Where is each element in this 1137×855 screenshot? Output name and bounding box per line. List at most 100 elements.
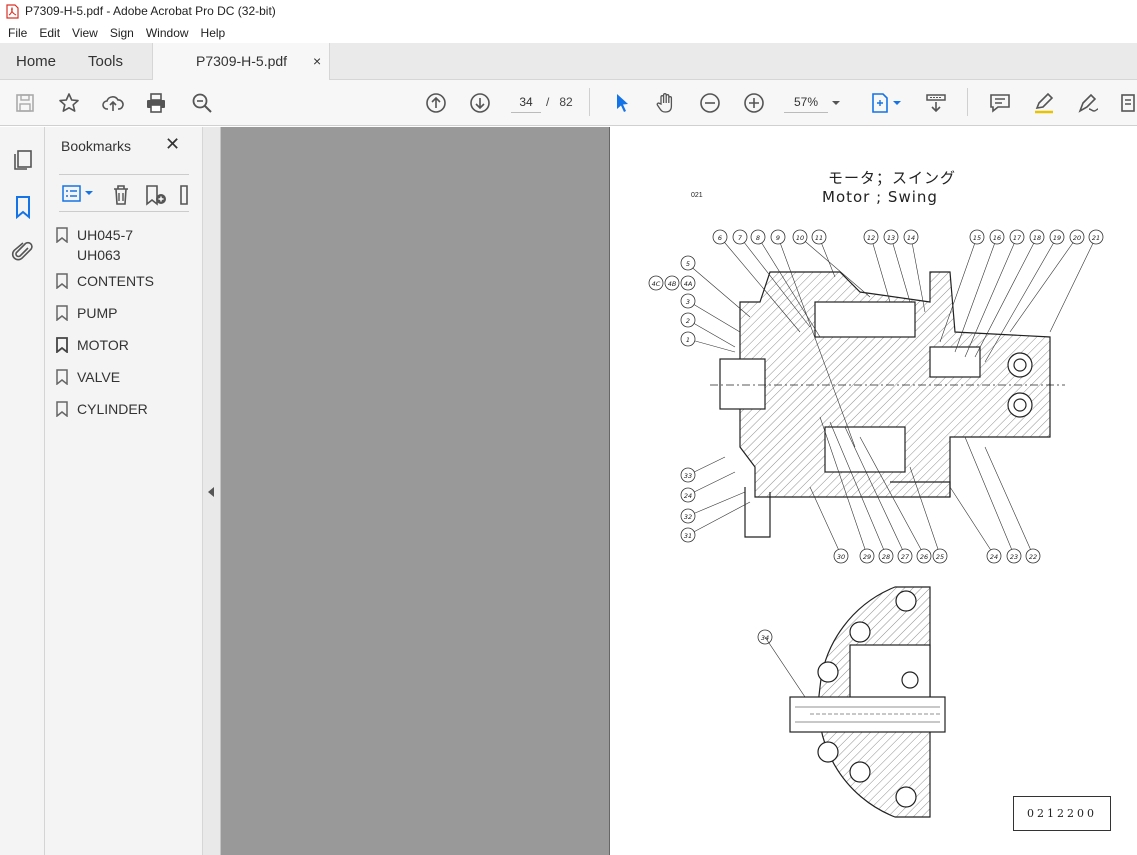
bookmark-item[interactable]: CYLINDER: [56, 399, 148, 419]
page-separator: /: [546, 95, 550, 109]
menu-window[interactable]: Window: [140, 26, 195, 40]
menu-edit[interactable]: Edit: [33, 26, 66, 40]
comment-icon[interactable]: [989, 92, 1011, 114]
bookmark-label: VALVE: [77, 369, 121, 385]
menu-help[interactable]: Help: [195, 26, 232, 40]
callout-label: 10: [796, 234, 804, 242]
menu-sign[interactable]: Sign: [104, 26, 140, 40]
callout-label: 6: [718, 234, 722, 242]
zoom-level-input[interactable]: 57%: [784, 91, 828, 113]
menu-view[interactable]: View: [66, 26, 104, 40]
callout-label: 30: [837, 553, 845, 561]
page-thumbnails-icon[interactable]: [11, 148, 35, 172]
callout-label: 14: [907, 234, 915, 242]
tab-document-label: P7309-H-5.pdf: [196, 53, 288, 69]
bookmark-label: MOTOR: [77, 337, 129, 353]
window-title: P7309-H-5.pdf - Adobe Acrobat Pro DC (32…: [25, 4, 276, 18]
select-cursor-icon[interactable]: [611, 92, 633, 114]
bookmark-item[interactable]: VALVE: [56, 367, 121, 387]
callout-label: 18: [1033, 234, 1041, 242]
fit-page-icon[interactable]: [869, 92, 891, 114]
more-tools-icon[interactable]: [1118, 92, 1137, 114]
page-count: / 82: [546, 91, 573, 113]
callout-label: 25: [936, 553, 944, 561]
zoom-in-icon[interactable]: [743, 92, 765, 114]
callout-label: 22: [1029, 553, 1037, 561]
vertical-scrollbar[interactable]: [1129, 127, 1137, 855]
delete-bookmark-trash-icon[interactable]: [111, 184, 131, 206]
callout-label: 17: [1013, 234, 1022, 242]
callout-label: 29: [863, 553, 871, 561]
bookmark-icon: [56, 273, 68, 289]
tab-tools[interactable]: Tools: [88, 43, 123, 80]
bookmark-item[interactable]: CONTENTS: [56, 271, 154, 291]
sign-pen-icon[interactable]: [1077, 92, 1099, 114]
search-zoom-icon[interactable]: [191, 92, 213, 114]
tab-home[interactable]: Home: [16, 43, 56, 80]
bookmark-icon: [56, 369, 68, 385]
bookmarks-panel-title: Bookmarks: [61, 138, 132, 154]
menu-bar: File Edit View Sign Window Help: [0, 22, 1137, 43]
tab-row: Home Tools P7309-H-5.pdf ×: [0, 43, 1137, 80]
collapse-panel-arrow-icon[interactable]: [208, 487, 214, 497]
figure-code-box: 0212200: [1013, 796, 1111, 831]
callout-label: 27: [901, 553, 910, 561]
callout-label: 19: [1053, 234, 1061, 242]
save-icon[interactable]: [14, 92, 36, 114]
bookmarks-close-icon[interactable]: ✕: [165, 134, 180, 155]
bookmarks-panel-icon[interactable]: [11, 195, 35, 219]
tab-close-icon[interactable]: ×: [313, 43, 321, 80]
bookmark-label: CYLINDER: [77, 401, 148, 417]
zoom-out-icon[interactable]: [699, 92, 721, 114]
bookmark-icon: [56, 337, 68, 353]
tab-document[interactable]: P7309-H-5.pdf ×: [152, 43, 330, 80]
next-page-icon[interactable]: [469, 92, 491, 114]
previous-page-icon[interactable]: [425, 92, 447, 114]
callout-label: 8: [756, 234, 760, 242]
bookmark-label: CONTENTS: [77, 273, 154, 289]
callout-label: 1: [686, 336, 690, 344]
star-icon[interactable]: [58, 92, 80, 114]
title-bar: P7309-H-5.pdf - Adobe Acrobat Pro DC (32…: [0, 0, 1137, 22]
total-pages: 82: [559, 95, 573, 109]
bookmark-options-icon[interactable]: [61, 184, 83, 204]
upload-cloud-icon[interactable]: [102, 92, 124, 114]
callout-label: 15: [973, 234, 981, 242]
main-toolbar: 34 / 82 57%: [0, 80, 1137, 126]
bookmark-options-chevron-icon[interactable]: [84, 189, 94, 197]
menu-file[interactable]: File: [2, 26, 33, 40]
callout-label: 2: [686, 317, 690, 325]
print-icon[interactable]: [145, 92, 167, 114]
bookmark-label: UH045-7 UH063: [77, 227, 134, 263]
toolbar-divider: [589, 88, 590, 116]
pdf-page: モータ；スイング Motor ; Swing 021 6 7 8 9 10 11…: [609, 127, 1129, 855]
highlight-pen-icon[interactable]: [1033, 92, 1055, 114]
bookmark-more-icon[interactable]: [179, 184, 189, 206]
bookmark-icon: [56, 305, 68, 321]
fit-dropdown-chevron-icon[interactable]: [890, 94, 904, 112]
callout-label: 4A: [684, 280, 693, 288]
callout-label: 32: [684, 513, 692, 521]
callout-label: 26: [920, 553, 928, 561]
callout-label: 34: [761, 634, 769, 642]
page-number-input[interactable]: 34: [511, 91, 541, 113]
callout-label: 11: [815, 234, 823, 242]
zoom-dropdown-chevron-icon[interactable]: [829, 94, 843, 112]
attachments-paperclip-icon[interactable]: [11, 240, 35, 264]
panel-splitter[interactable]: [202, 127, 221, 855]
callout-label: 4C: [652, 280, 661, 288]
new-bookmark-icon[interactable]: [144, 184, 168, 206]
callout-label: 24: [684, 492, 692, 500]
callout-label: 9: [776, 234, 780, 242]
bookmark-item[interactable]: UH045-7 UH063: [56, 225, 134, 265]
hand-tool-icon[interactable]: [655, 92, 677, 114]
bookmarks-toolbar: [59, 174, 189, 212]
bookmark-icon: [56, 227, 68, 243]
callout-label: 20: [1073, 234, 1081, 242]
bookmark-item[interactable]: MOTOR: [56, 335, 129, 355]
document-canvas[interactable]: モータ；スイング Motor ; Swing 021 6 7 8 9 10 11…: [221, 127, 1137, 855]
scroll-mode-icon[interactable]: [925, 92, 947, 114]
bookmarks-panel: Bookmarks ✕ UH045-7 UH063 CONTENTS PUMP …: [45, 127, 202, 855]
bookmark-icon: [56, 401, 68, 417]
bookmark-item[interactable]: PUMP: [56, 303, 117, 323]
